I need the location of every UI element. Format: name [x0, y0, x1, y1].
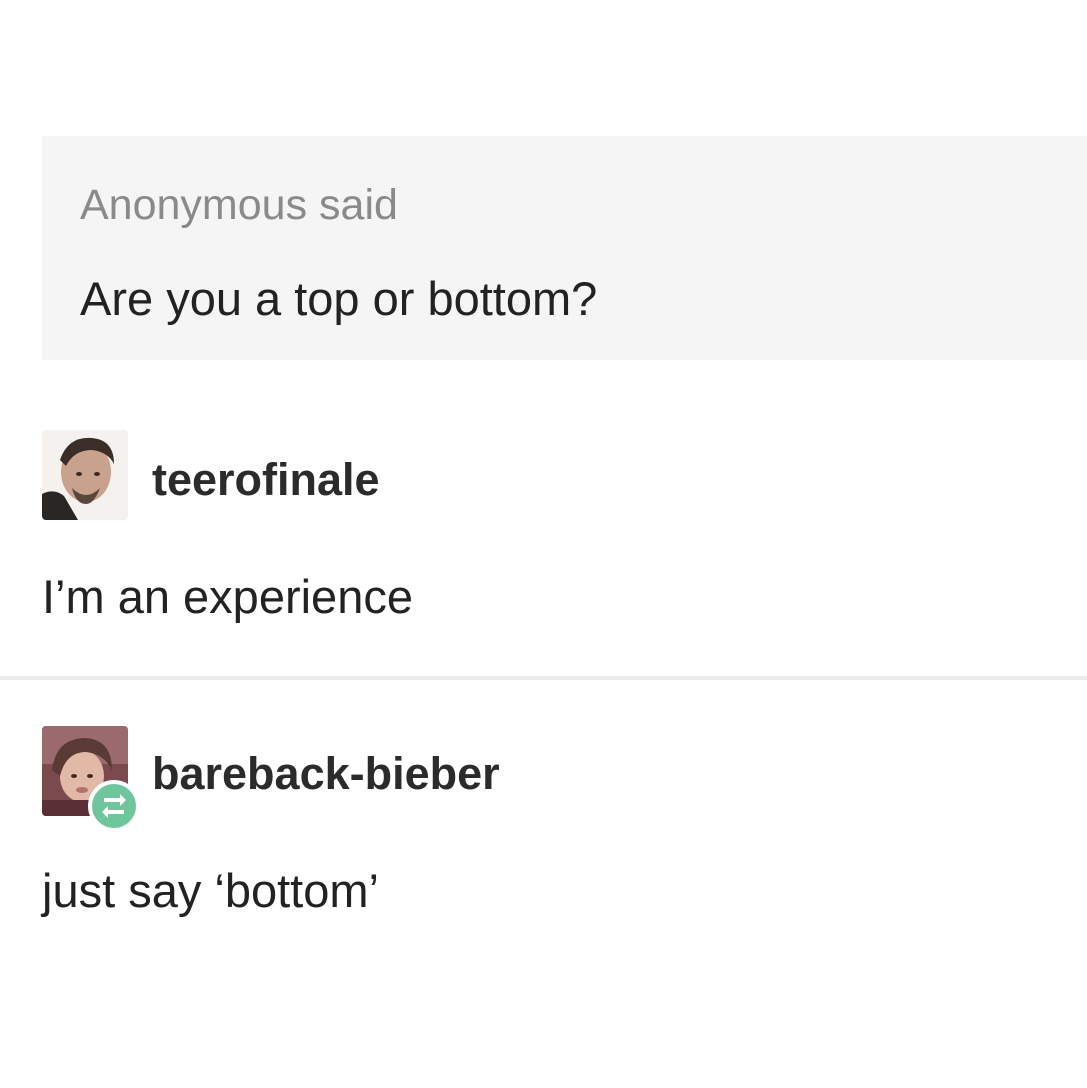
asker-name[interactable]: Anonymous — [80, 181, 307, 229]
reblog-badge — [88, 780, 140, 832]
username[interactable]: bareback-bieber — [152, 748, 500, 800]
person-avatar-icon — [42, 430, 128, 520]
divider — [0, 676, 1087, 680]
reply-text: just say ‘bottom’ — [42, 864, 379, 917]
avatar[interactable] — [42, 430, 128, 520]
reply-text: I’m an experience — [42, 570, 413, 623]
said-label: said — [319, 181, 398, 229]
reply-post: bareback-bieber just say ‘bottom’ — [0, 726, 1087, 976]
reply-post: teerofinale I’m an experience — [0, 430, 1087, 675]
ask-question: Are you a top or bottom? — [80, 272, 598, 325]
ask-box: Anonymous said Are you a top or bottom? — [42, 136, 1087, 360]
username[interactable]: teerofinale — [152, 454, 380, 506]
ask-asker-line: Anonymous said — [80, 180, 398, 230]
reblog-icon — [102, 794, 126, 818]
